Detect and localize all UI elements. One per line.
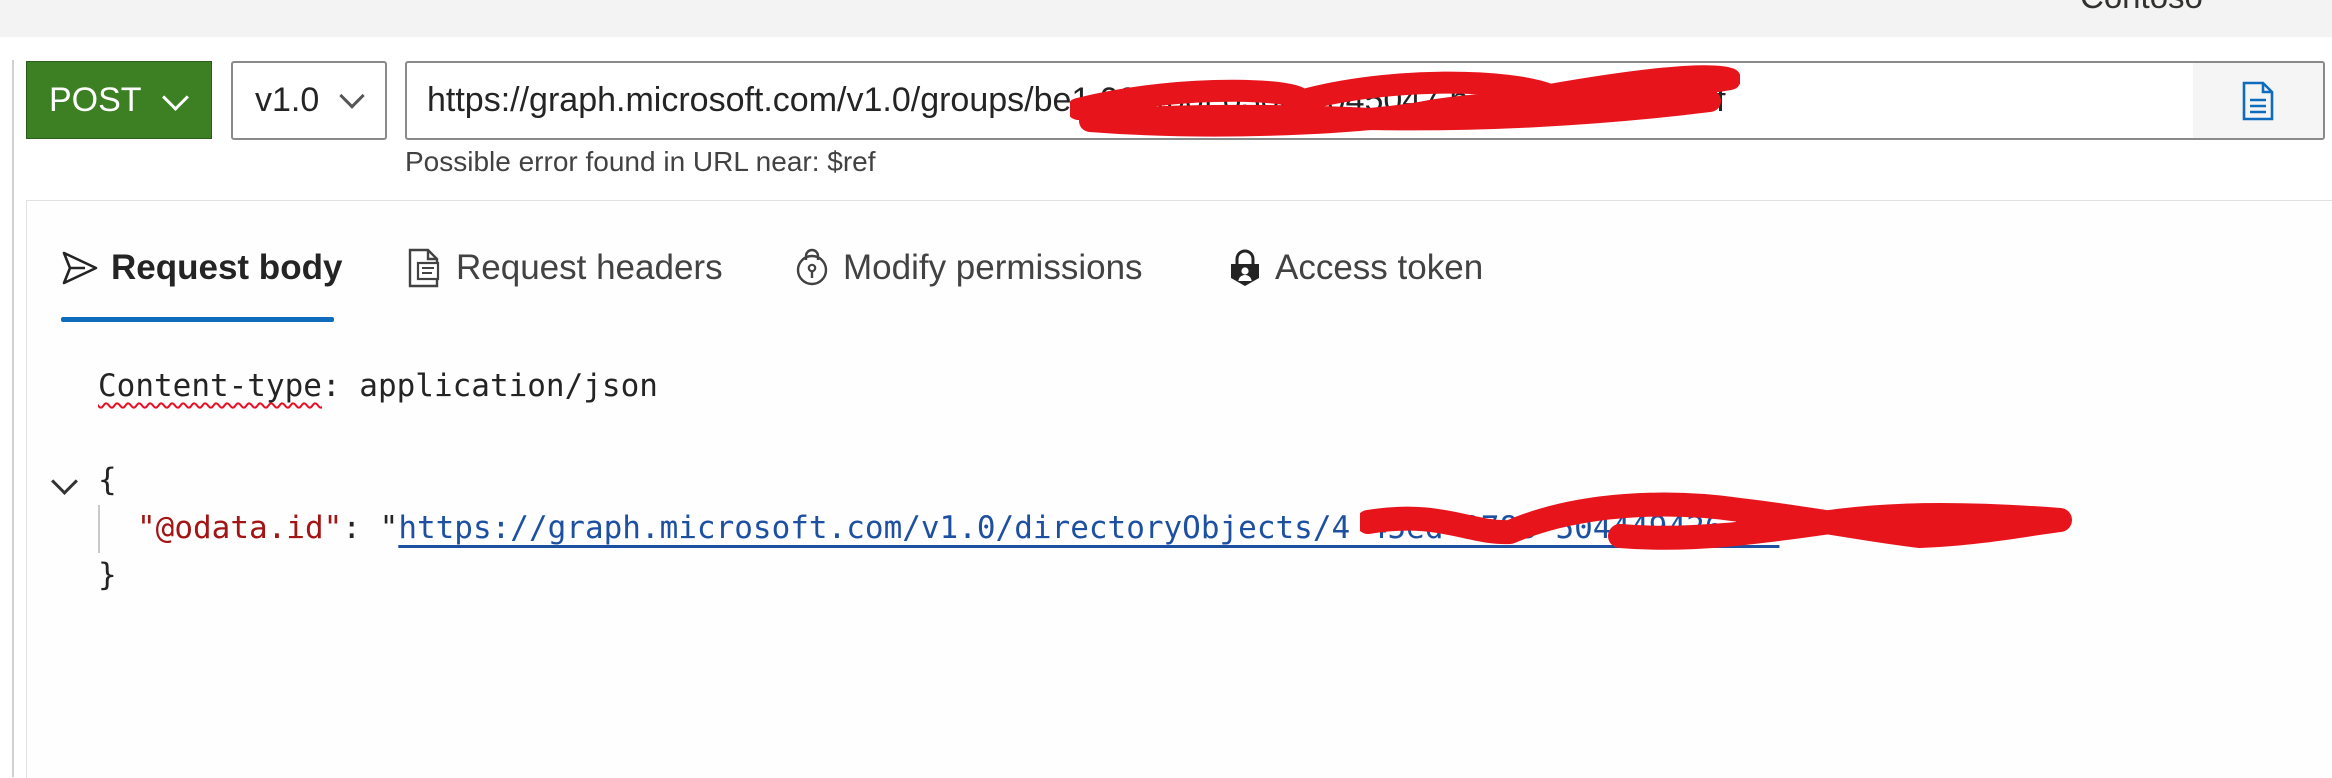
- send-icon: [62, 251, 98, 285]
- request-panel: [26, 200, 2332, 778]
- content-type-value: application/json: [359, 368, 658, 404]
- content-type-line: Content-type: application/json: [98, 368, 658, 404]
- json-link-prefix: https://graph.microsoft.com/v1.0/directo…: [398, 510, 1332, 546]
- content-type-key: Content-type: [98, 368, 322, 404]
- json-link-fragment: 4 45ed 0788 504449426236: [1331, 510, 1780, 546]
- chevron-down-icon: [162, 84, 189, 111]
- json-close-brace: }: [98, 557, 117, 593]
- json-open-brace: {: [98, 462, 117, 498]
- indent-guide: [98, 505, 100, 553]
- lock-person-icon: [1231, 249, 1259, 286]
- method-label: POST: [49, 80, 142, 119]
- active-tab-indicator: [61, 317, 334, 322]
- documentation-button[interactable]: [2193, 63, 2323, 138]
- left-divider: [12, 60, 14, 777]
- document-icon: [2242, 81, 2274, 120]
- tab-request-headers[interactable]: Request headers: [406, 233, 723, 303]
- user-name[interactable]: Contoso: [2080, 0, 2203, 16]
- version-dropdown[interactable]: v1.0: [231, 61, 387, 140]
- tab-label: Modify permissions: [843, 248, 1143, 287]
- tab-label: Request body: [111, 248, 343, 287]
- url-prefix: https://graph.microsoft.com/v1.0/groups/…: [427, 81, 1053, 119]
- tab-label: Request headers: [456, 248, 723, 287]
- document-headers-icon: [408, 248, 440, 288]
- url-text[interactable]: https://graph.microsoft.com/v1.0/groups/…: [427, 63, 1725, 138]
- tab-modify-permissions[interactable]: Modify permissions: [793, 233, 1143, 303]
- version-label: v1.0: [255, 81, 320, 119]
- tab-access-token[interactable]: Access token: [1227, 233, 1483, 303]
- json-key: "@odata.id": [137, 510, 343, 546]
- json-odata-line[interactable]: "@odata.id": "https://graph.microsoft.co…: [137, 510, 1798, 546]
- url-error-message: Possible error found in URL near: $ref: [405, 146, 876, 177]
- shield-lock-icon: [796, 248, 828, 286]
- tab-request-body[interactable]: Request body: [61, 233, 342, 303]
- tab-label: Access token: [1275, 248, 1484, 287]
- method-dropdown[interactable]: POST: [26, 61, 212, 139]
- top-bar: Contoso: [0, 0, 2332, 37]
- chevron-down-icon: [339, 83, 365, 109]
- url-suffix: 36/members/$ref: [1468, 81, 1726, 119]
- json-link-value[interactable]: https://graph.microsoft.com/v1.0/directo…: [398, 510, 1779, 546]
- url-input[interactable]: https://graph.microsoft.com/v1.0/groups/…: [405, 61, 2325, 140]
- url-visible-fragment: e1 03 400f 0300 5045047 b: [1052, 81, 1469, 119]
